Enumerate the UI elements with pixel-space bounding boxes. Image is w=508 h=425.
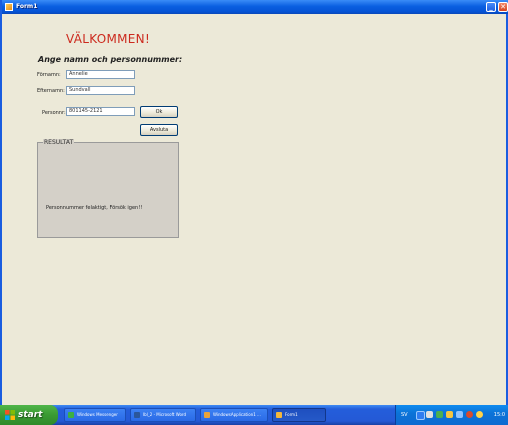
result-message: Personnummer felaktigt, Försök igen!! xyxy=(46,205,143,211)
title-bar[interactable]: Form1 _ ✕ xyxy=(2,0,508,14)
desktop-screen: Form1 _ ✕ VÄLKOMMEN! Ange namn och perso… xyxy=(0,0,508,425)
taskbar-item-messenger[interactable]: Windows Messenger xyxy=(64,408,126,422)
messenger-tray-icon[interactable] xyxy=(436,411,443,418)
window-title: Form1 xyxy=(16,3,38,10)
display-icon[interactable] xyxy=(456,411,463,418)
clock[interactable]: 15:0 xyxy=(494,405,505,425)
firstname-input[interactable]: Annelie xyxy=(66,70,135,79)
network-icon[interactable] xyxy=(416,411,425,420)
instruction-heading: Ange namn och personnummer: xyxy=(38,55,183,64)
start-label: start xyxy=(18,410,43,420)
quit-button[interactable]: Avsluta xyxy=(140,124,178,136)
result-groupbox: RESULTAT Personnummer felaktigt, Försök … xyxy=(37,139,179,238)
antivirus-icon[interactable] xyxy=(466,411,473,418)
ok-button[interactable]: Ok xyxy=(140,106,178,118)
start-button[interactable]: start xyxy=(0,405,58,425)
form-window: Form1 _ ✕ VÄLKOMMEN! Ange namn och perso… xyxy=(0,0,508,405)
minimize-button[interactable]: _ xyxy=(486,2,496,12)
form-app-icon xyxy=(5,3,13,11)
taskbar: start Windows Messenger lbl_2 - Microsof… xyxy=(0,405,508,425)
lastname-label: Efternamn: xyxy=(37,88,65,94)
taskbar-item-word[interactable]: lbl_2 - Microsoft Word xyxy=(130,408,196,422)
windows-logo-icon xyxy=(5,410,15,420)
taskbar-item-form1[interactable]: Form1 xyxy=(272,408,326,422)
language-indicator[interactable]: SV xyxy=(401,405,408,425)
system-tray: SV 15:0 xyxy=(395,405,508,425)
security-icon[interactable] xyxy=(446,411,453,418)
form-app-icon xyxy=(276,412,282,418)
word-icon xyxy=(134,412,140,418)
firstname-label: Förnamn: xyxy=(37,72,61,78)
taskbar-item-label: Form1 xyxy=(285,412,298,417)
result-legend: RESULTAT xyxy=(43,139,75,146)
visual-studio-icon xyxy=(204,412,210,418)
welcome-heading: VÄLKOMMEN! xyxy=(66,32,151,46)
close-button[interactable]: ✕ xyxy=(498,2,508,12)
update-icon[interactable] xyxy=(476,411,483,418)
personnr-input[interactable]: 801145-2121 xyxy=(66,107,135,116)
taskbar-item-windowsapplication[interactable]: WindowsApplication1 ... xyxy=(200,408,268,422)
volume-icon[interactable] xyxy=(426,411,433,418)
personnr-label: Personnr: xyxy=(42,110,66,116)
taskbar-item-label: lbl_2 - Microsoft Word xyxy=(143,412,187,417)
taskbar-item-label: Windows Messenger xyxy=(77,412,118,417)
messenger-icon xyxy=(68,412,74,418)
lastname-input[interactable]: Sundvall xyxy=(66,86,135,95)
taskbar-item-label: WindowsApplication1 ... xyxy=(213,412,261,417)
